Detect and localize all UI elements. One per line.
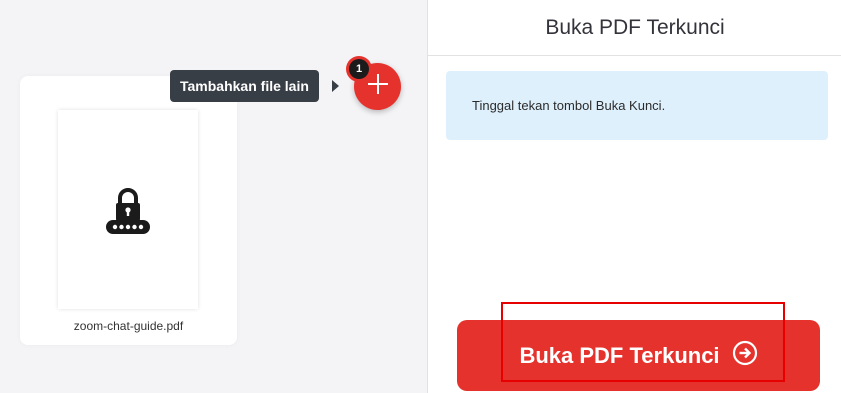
file-name: zoom-chat-guide.pdf xyxy=(73,319,184,333)
app-root: zoom-chat-guide.pdf Tambahkan file lain … xyxy=(0,0,841,393)
add-file-tooltip: Tambahkan file lain xyxy=(170,70,319,102)
arrow-right-circle-icon xyxy=(732,340,758,372)
info-box: Tinggal tekan tombol Buka Kunci. xyxy=(446,71,828,140)
sidebar-title: Buka PDF Terkunci xyxy=(428,0,841,56)
file-count-badge: 1 xyxy=(346,56,372,82)
unlock-pdf-button-label: Buka PDF Terkunci xyxy=(519,342,720,368)
options-sidebar: Buka PDF Terkunci Tinggal tekan tombol B… xyxy=(427,0,841,393)
tooltip-arrow xyxy=(332,80,339,92)
file-workspace: zoom-chat-guide.pdf Tambahkan file lain … xyxy=(0,0,427,393)
unlock-pdf-button[interactable]: Buka PDF Terkunci xyxy=(457,320,820,391)
file-count: 1 xyxy=(349,59,369,79)
file-card[interactable]: zoom-chat-guide.pdf xyxy=(20,76,237,345)
lock-password-icon xyxy=(104,184,152,236)
plus-icon xyxy=(367,73,389,100)
file-thumbnail[interactable] xyxy=(58,110,198,309)
